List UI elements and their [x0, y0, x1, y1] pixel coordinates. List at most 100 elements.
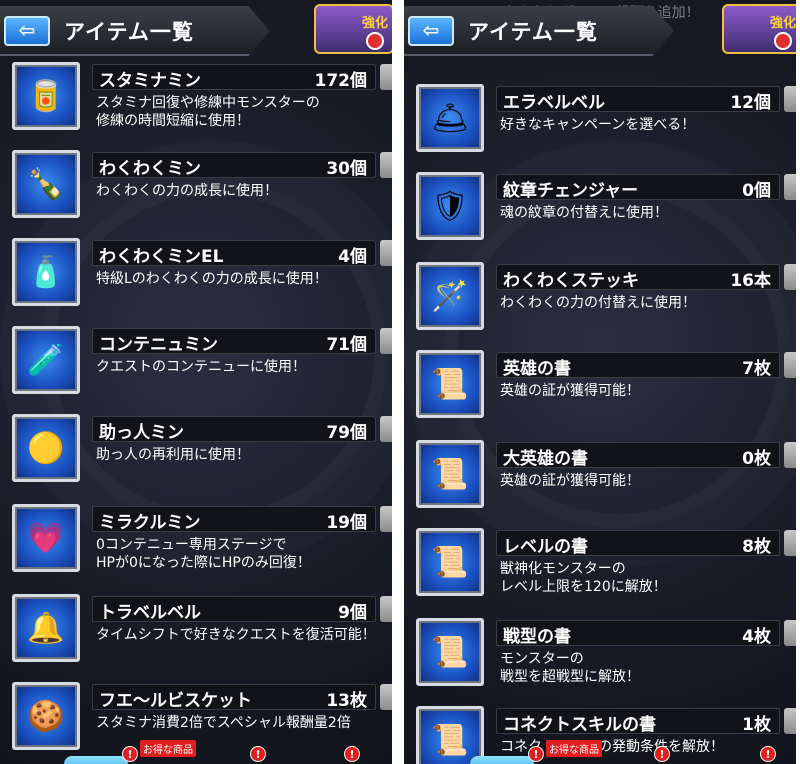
badge-label: 強化	[361, 16, 388, 31]
list-item[interactable]: 💗 ミラクルミン 19個 0コンテニュー専用ステージで HPが0になった際にHP…	[0, 504, 392, 586]
item-name: わくわくステッキ	[503, 271, 639, 291]
item-description: 英雄の証が獲得可能！	[500, 473, 640, 489]
detail-tab[interactable]	[380, 684, 392, 710]
detail-tab[interactable]	[380, 416, 392, 442]
item-description: 魂の紋章の付替えに使用！	[500, 205, 668, 221]
name-bar: わくわくステッキ 16本	[496, 264, 780, 291]
detail-tab[interactable]	[380, 596, 392, 622]
detail-tab[interactable]	[784, 442, 796, 468]
stop-icon	[366, 32, 384, 50]
item-count: 12個	[730, 93, 771, 113]
item-name: ミラクルミン	[99, 513, 201, 533]
detail-tab[interactable]	[784, 86, 796, 112]
list-item[interactable]: 🪄 わくわくステッキ 16本 わくわくの力の付替えに使用！	[404, 262, 796, 344]
name-bar: ミラクルミン 19個	[92, 506, 376, 533]
detail-tab[interactable]	[784, 620, 796, 646]
page-title: アイテム一覧	[468, 20, 598, 44]
list-item[interactable]: 🥫 スタミナミン 172個 スタミナ回復や修練中モンスターの 修練の時間短縮に使…	[0, 62, 392, 144]
name-bar: 大英雄の書 0枚	[496, 442, 780, 469]
deal-tag[interactable]: お得な商品	[546, 740, 602, 757]
power-up-badge[interactable]: 強化	[314, 4, 392, 54]
helper-figure-icon: 🟡	[12, 414, 80, 482]
detail-tab[interactable]	[380, 506, 392, 532]
list-item[interactable]: 🔔 トラベルベル 9個 タイムシフトで好きなクエストを復活可能！	[0, 594, 392, 676]
item-list-screen-left: ⇦ アイテム一覧 強化 🥫 スタミナミン 172個 スタミナ回復や修練中モンスタ…	[0, 0, 392, 764]
detail-tab[interactable]	[380, 64, 392, 90]
name-bar: フエ〜ルビスケット 13枚	[92, 684, 376, 711]
power-up-badge[interactable]: 強化	[722, 4, 796, 54]
detail-tab[interactable]	[784, 708, 796, 734]
alert-icon: !	[654, 746, 670, 762]
detail-tab[interactable]	[784, 264, 796, 290]
item-count: 1枚	[742, 715, 771, 735]
back-button[interactable]: ⇦	[408, 16, 454, 46]
name-bar: コンテニュミン 71個	[92, 328, 376, 355]
name-bar: スタミナミン 172個	[92, 64, 376, 91]
detail-tab[interactable]	[784, 174, 796, 200]
item-count: 79個	[326, 423, 367, 443]
bottom-menu: ! お得な商品 ! !	[404, 740, 796, 764]
list-item[interactable]: 📜 大英雄の書 0枚 英雄の証が獲得可能！	[404, 440, 796, 522]
alert-icon: !	[250, 746, 266, 762]
deal-tag[interactable]: お得な商品	[140, 740, 196, 757]
level-scroll-icon: 📜	[416, 528, 484, 596]
item-description: 0コンテニュー専用ステージで HPが0になった際にHPのみ回復！	[96, 537, 311, 571]
item-count: 0個	[742, 181, 771, 201]
item-description: モンスターの 戦型を超戦型に解放！	[500, 651, 640, 685]
item-name: 戦型の書	[503, 627, 571, 647]
menu-button[interactable]	[64, 756, 128, 764]
page-title: アイテム一覧	[64, 20, 194, 44]
name-bar: 助っ人ミン 79個	[92, 416, 376, 443]
list-item[interactable]: 🛡 紋章チェンジャー 0個 魂の紋章の付替えに使用！	[404, 172, 796, 254]
list-item[interactable]: 🧴 わくわくミンEL 4個 特級Lのわくわくの力の成長に使用！	[0, 238, 392, 320]
alert-icon: !	[528, 746, 544, 762]
list-item[interactable]: 🍾 わくわくミン 30個 わくわくの力の成長に使用！	[0, 150, 392, 232]
name-bar: コネクトスキルの書 1枚	[496, 708, 780, 735]
item-description: クエストのコンテニューに使用！	[96, 359, 306, 375]
item-name: 大英雄の書	[503, 449, 588, 469]
name-bar: エラベルベル 12個	[496, 86, 780, 113]
battle-type-scroll-icon: 📜	[416, 618, 484, 686]
item-name: 英雄の書	[503, 359, 571, 379]
list-item[interactable]: 📜 英雄の書 7枚 英雄の証が獲得可能！	[404, 350, 796, 432]
list-item[interactable]: 🛎 エラベルベル 12個 好きなキャンペーンを選べる！	[404, 84, 796, 166]
item-count: 8枚	[742, 537, 771, 557]
item-list-screen-right: おかわりダイス 報酬を追加！ ⇦ アイテム一覧 強化 🛎 エラベルベル 12個 …	[404, 0, 796, 764]
detail-tab[interactable]	[784, 530, 796, 556]
item-description: 好きなキャンペーンを選べる！	[500, 117, 696, 133]
stop-icon	[774, 32, 792, 50]
crest-changer-icon: 🛡	[416, 172, 484, 240]
item-count: 7枚	[742, 359, 771, 379]
item-count: 9個	[338, 603, 367, 623]
alert-icon: !	[760, 746, 776, 762]
item-name: わくわくミン	[99, 159, 201, 179]
list-item[interactable]: 📜 戦型の書 4枚 モンスターの 戦型を超戦型に解放！	[404, 618, 796, 700]
hero-scroll-icon: 📜	[416, 350, 484, 418]
list-item[interactable]: 📜 レベルの書 8枚 獣神化モンスターの レベル上限を120に解放！	[404, 528, 796, 610]
detail-tab[interactable]	[380, 152, 392, 178]
list-item[interactable]: 🧪 コンテニュミン 71個 クエストのコンテニューに使用！	[0, 326, 392, 408]
item-name: スタミナミン	[99, 71, 201, 91]
header: おかわりダイス 報酬を追加！ ⇦ アイテム一覧 強化	[404, 0, 796, 62]
detail-tab[interactable]	[380, 240, 392, 266]
menu-button[interactable]	[470, 756, 534, 764]
back-button[interactable]: ⇦	[4, 16, 50, 46]
item-description: タイムシフトで好きなクエストを復活可能！	[96, 627, 376, 643]
golden-bell-icon: 🛎	[416, 84, 484, 152]
item-name: わくわくミンEL	[99, 247, 224, 267]
alert-icon: !	[122, 746, 138, 762]
waku-bottle-icon: 🍾	[12, 150, 80, 218]
detail-tab[interactable]	[380, 328, 392, 354]
list-item[interactable]: 🟡 助っ人ミン 79個 助っ人の再利用に使用！	[0, 414, 392, 496]
alert-icon: !	[344, 746, 360, 762]
item-description: 特級Lのわくわくの力の成長に使用！	[96, 271, 328, 287]
item-description: 獣神化モンスターの レベル上限を120に解放！	[500, 561, 667, 595]
travel-bell-icon: 🔔	[12, 594, 80, 662]
item-count: 172個	[314, 71, 368, 91]
name-bar: レベルの書 8枚	[496, 530, 780, 557]
name-bar: わくわくミン 30個	[92, 152, 376, 179]
item-count: 30個	[326, 159, 367, 179]
stamina-can-icon: 🥫	[12, 62, 80, 130]
detail-tab[interactable]	[784, 352, 796, 378]
name-bar: 戦型の書 4枚	[496, 620, 780, 647]
